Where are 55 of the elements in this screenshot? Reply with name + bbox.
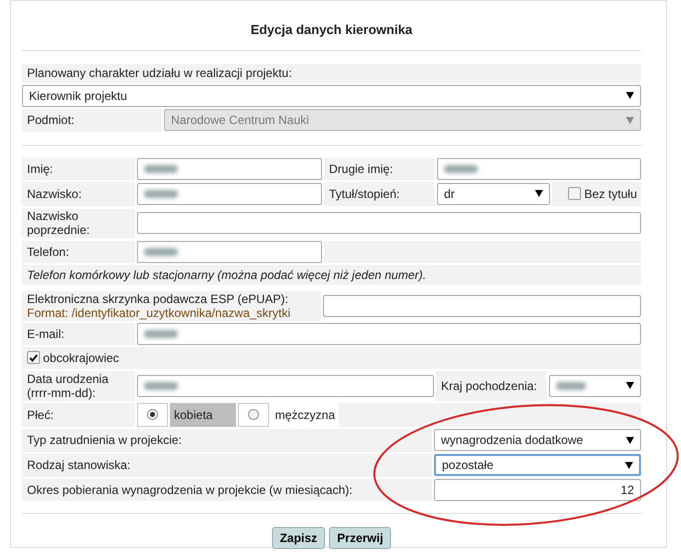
input-field[interactable] (137, 240, 322, 262)
field-label: E-mail: (22, 322, 135, 344)
field-label: Podmiot: (22, 108, 162, 132)
caret-icon (625, 462, 633, 468)
caret-icon (626, 436, 634, 444)
format-hint: Format: /identyfikator_uzytkownika/nazwa_skrytki (27, 306, 292, 320)
field-label: Nazwisko: (22, 182, 135, 206)
blurred-text (556, 382, 586, 390)
field-label: Telefon: (22, 240, 135, 262)
input-field[interactable] (137, 322, 641, 344)
caret-icon (626, 382, 634, 389)
field-label: Płeć: (22, 402, 135, 426)
field-label: Data urodzenia (rrrr-mm-dd): (22, 370, 135, 400)
form-button[interactable]: Przerwij (329, 526, 392, 548)
field-label: Nazwisko poprzednie: (22, 208, 135, 238)
radio-button[interactable] (137, 402, 168, 426)
input-field[interactable]: 12 (434, 478, 641, 500)
input-field[interactable] (137, 182, 322, 204)
select-field[interactable]: wynagrodzenia dodatkowe (434, 429, 641, 451)
field-label: Telefon komórkowy lub stacjonarny (można podać więcej niż jeden numer). (22, 264, 641, 284)
blurred-text (144, 330, 178, 338)
field-label: Drugie imię: (324, 158, 435, 180)
caret-icon (626, 92, 634, 99)
blurred-text (444, 164, 478, 172)
field-label: Rodzaj stanowiska: (22, 454, 432, 476)
input-field[interactable] (137, 212, 641, 234)
select-field[interactable]: pozostałe (434, 454, 641, 476)
checkbox-label: Bez tytułu (584, 186, 637, 202)
caret-icon (626, 116, 634, 124)
form-button[interactable]: Zapisz (272, 526, 326, 548)
dialog-title: Edycja danych kierownika (22, 0, 641, 50)
checkbox[interactable] (568, 187, 582, 200)
select-field[interactable]: Kierownik projektu (22, 84, 641, 106)
blurred-text (144, 190, 178, 198)
input-field[interactable] (137, 158, 322, 180)
field-label: Planowany charakter udziału w realizacji projektu: (22, 64, 641, 82)
select-field[interactable] (549, 374, 641, 396)
checkbox-label: obcokrajowiec (43, 350, 120, 366)
caret-icon (535, 190, 543, 197)
field-label: Okres pobierania wynagrodzenia w projekcie (w miesiącach): (22, 478, 432, 500)
field-label: Elektroniczna skrzynka podawcza ESP (ePUAP): (27, 292, 290, 306)
input-field[interactable] (323, 294, 641, 316)
blurred-text (144, 382, 178, 390)
select-field[interactable]: dr (437, 182, 550, 204)
radio-button[interactable] (238, 402, 269, 426)
field-label: Imię: (22, 158, 135, 180)
field-label: Tytuł/stopień: (324, 182, 435, 206)
input-field[interactable] (437, 158, 641, 180)
blurred-text (144, 248, 178, 256)
blurred-text (144, 164, 178, 172)
field-label: Typ zatrudnienia w projekcie: (22, 428, 432, 452)
field-label: Kraj pochodzenia: (436, 370, 547, 400)
input-field[interactable] (137, 374, 434, 396)
checkbox[interactable] (27, 351, 40, 364)
radio-label: kobieta (170, 402, 236, 426)
